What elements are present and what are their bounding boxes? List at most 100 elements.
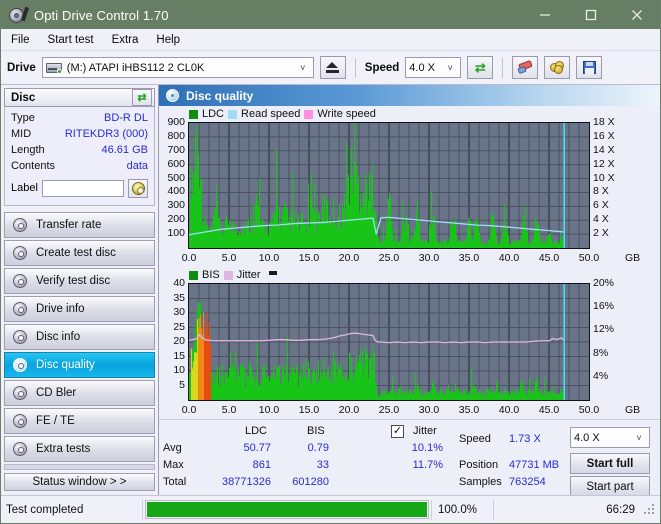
eraser-icon bbox=[518, 61, 533, 74]
chevron-down-icon: ˅ bbox=[631, 433, 647, 443]
sidebar-item-create-test-disc[interactable]: Create test disc bbox=[4, 240, 155, 266]
disc-label-button[interactable] bbox=[128, 179, 148, 198]
maximize-button[interactable] bbox=[568, 1, 614, 29]
test-speed-select[interactable]: 4.0 X ˅ bbox=[570, 427, 650, 448]
sidebar: Disc ⇄ Type BD-R DL MID RITEKDR3 (000) L… bbox=[1, 85, 158, 495]
bis-xtick-20.0: 20.0 bbox=[333, 404, 365, 416]
body: Disc ⇄ Type BD-R DL MID RITEKDR3 (000) L… bbox=[1, 85, 660, 495]
results-row-header-total: Total bbox=[163, 476, 186, 488]
speed-result-value: 1.73 X bbox=[509, 433, 569, 445]
menu-item-help[interactable]: Help bbox=[156, 34, 180, 46]
ldc-plot-area[interactable] bbox=[188, 122, 590, 249]
page-title: Disc quality bbox=[186, 89, 253, 103]
bis-xtick-40.0: 40.0 bbox=[493, 404, 525, 416]
start-full-button[interactable]: Start full bbox=[570, 453, 650, 474]
disc-length-label: Length bbox=[11, 144, 45, 156]
disc-row-mid: MID RITEKDR3 (000) bbox=[11, 126, 148, 142]
sidebar-item-label: CD Bler bbox=[36, 387, 76, 399]
menu-item-extra[interactable]: Extra bbox=[112, 34, 139, 46]
sidebar-item-cd-bler[interactable]: CD Bler bbox=[4, 380, 155, 406]
sidebar-item-label: Create test disc bbox=[36, 247, 116, 259]
sidebar-item-verify-test-disc[interactable]: Verify test disc bbox=[4, 268, 155, 294]
bitsetting-button[interactable] bbox=[544, 56, 570, 79]
speed-ytick-10: 10 X bbox=[593, 172, 615, 184]
speed-label: Speed bbox=[365, 62, 400, 74]
bis-ytick-35: 35 bbox=[155, 292, 185, 304]
refresh-button[interactable]: ⇄ bbox=[467, 56, 493, 79]
disc-type-label: Type bbox=[11, 112, 35, 124]
ldc-ytick-300: 300 bbox=[155, 199, 185, 211]
sidebar-item-label: Drive info bbox=[36, 303, 85, 315]
speed-ytick-18: 18 X bbox=[593, 116, 615, 128]
toolbar-separator bbox=[502, 58, 503, 78]
refresh-icon: ⇄ bbox=[475, 61, 486, 74]
eject-button[interactable] bbox=[320, 56, 346, 79]
disc-contents-value: data bbox=[127, 160, 148, 172]
sidebar-item-disc-quality[interactable]: Disc quality bbox=[4, 352, 155, 378]
bis-xtick-0.0: 0.0 bbox=[173, 404, 205, 416]
sidebar-item-transfer-rate[interactable]: Transfer rate bbox=[4, 212, 155, 238]
bis-max-value: 33 bbox=[277, 459, 329, 471]
results-panel: LDC BIS ✓ Jitter Avg Max Total 50.77 861… bbox=[159, 419, 660, 495]
progress-percent: 100.0% bbox=[431, 500, 493, 520]
bis-xtick-35.0: 35.0 bbox=[453, 404, 485, 416]
status-bar: Test completed 100.0% 66:29 bbox=[1, 495, 660, 523]
ldc-x-unit: GB bbox=[625, 252, 640, 264]
save-button[interactable] bbox=[576, 56, 602, 79]
window-title: Opti Drive Control 1.70 bbox=[34, 8, 522, 23]
bis-plot-area[interactable] bbox=[188, 283, 590, 401]
jitter-checkbox[interactable]: ✓ bbox=[391, 425, 404, 438]
disc-quality-icon bbox=[166, 89, 179, 102]
disc-refresh-button[interactable]: ⇄ bbox=[132, 89, 152, 106]
ldc-max-value: 861 bbox=[209, 459, 271, 471]
status-window-button[interactable]: Status window > > bbox=[4, 473, 155, 491]
bis-xtick-5.0: 5.0 bbox=[213, 404, 245, 416]
minimize-button[interactable] bbox=[522, 1, 568, 29]
disc-panel-header: Disc ⇄ bbox=[4, 88, 155, 107]
sidebar-item-extra-tests[interactable]: Extra tests bbox=[4, 436, 155, 462]
legend-swatch-ldc bbox=[189, 110, 198, 119]
speed-select[interactable]: 4.0 X ˅ bbox=[405, 57, 461, 78]
disc-row-length: Length 46.61 GB bbox=[11, 142, 148, 158]
sidebar-item-disc-info[interactable]: Disc info bbox=[4, 324, 155, 350]
start-part-button[interactable]: Start part bbox=[570, 476, 650, 497]
ldc-ytick-600: 600 bbox=[155, 158, 185, 170]
sidebar-item-drive-info[interactable]: Drive info bbox=[4, 296, 155, 322]
test-speed-value: 4.0 X bbox=[574, 432, 600, 444]
disc-icon bbox=[13, 386, 27, 400]
content-pane: Disc quality LDC Read speed Write speed … bbox=[158, 85, 660, 495]
sidebar-item-fe-te[interactable]: FE / TE bbox=[4, 408, 155, 434]
optical-drive-icon bbox=[46, 61, 63, 74]
toolbar-separator bbox=[355, 58, 356, 78]
menu-bar: File Start test Extra Help bbox=[1, 29, 660, 51]
results-col-header-bis: BIS bbox=[307, 425, 325, 437]
title-bar: Opti Drive Control 1.70 bbox=[1, 1, 660, 29]
ldc-ytick-700: 700 bbox=[155, 144, 185, 156]
results-row-header-avg: Avg bbox=[163, 442, 182, 454]
disc-row-contents: Contents data bbox=[11, 158, 148, 174]
disc-mid-value: RITEKDR3 (000) bbox=[65, 128, 148, 140]
jitter-max-value: 11.7% bbox=[381, 459, 443, 471]
legend-label-read-speed: Read speed bbox=[241, 108, 300, 120]
erase-button[interactable] bbox=[512, 56, 538, 79]
legend-swatch-read-speed bbox=[228, 110, 237, 119]
ldc-xtick-20.0: 20.0 bbox=[333, 252, 365, 264]
disc-label-input[interactable] bbox=[42, 180, 124, 197]
progress-bar bbox=[145, 500, 429, 519]
menu-item-start-test[interactable]: Start test bbox=[48, 34, 94, 46]
disc-icon bbox=[13, 330, 27, 344]
disc-icon bbox=[13, 442, 27, 456]
jitter-ytick-12: 12% bbox=[593, 323, 614, 335]
resize-grip-icon[interactable] bbox=[643, 503, 657, 517]
close-button[interactable] bbox=[614, 1, 660, 29]
disc-length-value: 46.61 GB bbox=[102, 144, 148, 156]
drive-select[interactable]: (M:) ATAPI iHBS112 2 CL0K ˅ bbox=[42, 57, 314, 78]
menu-item-file[interactable]: File bbox=[11, 34, 30, 46]
bis-xtick-45.0: 45.0 bbox=[533, 404, 565, 416]
sidebar-item-label: Disc quality bbox=[36, 359, 95, 371]
disc-label-label: Label bbox=[11, 182, 38, 194]
speed-ytick-8: 8 X bbox=[593, 185, 609, 197]
eject-icon bbox=[326, 62, 339, 73]
legend-label-ldc: LDC bbox=[202, 108, 224, 120]
samples-label: Samples bbox=[459, 476, 502, 488]
